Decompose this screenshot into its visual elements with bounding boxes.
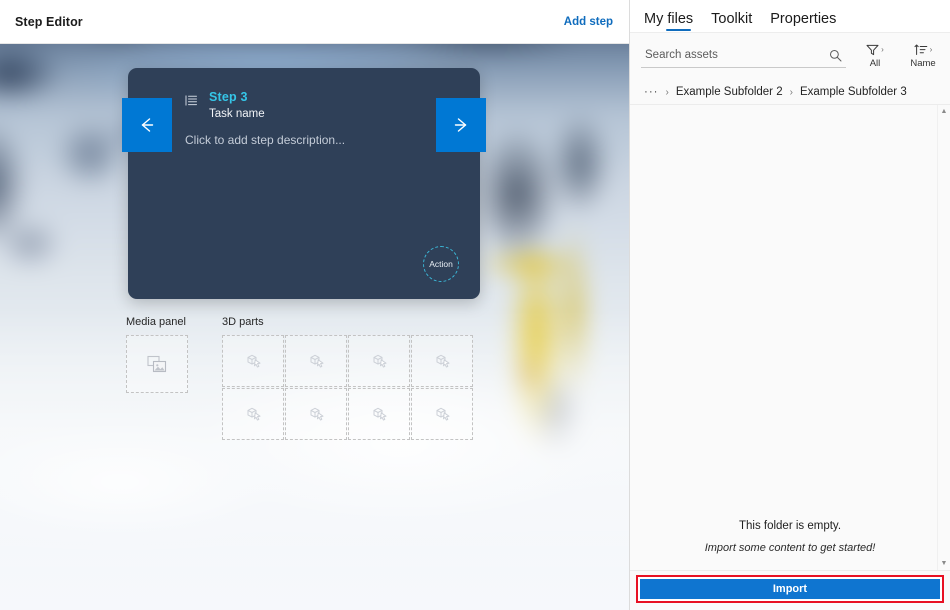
- 3d-parts-row: [222, 335, 473, 387]
- image-placeholder-icon: [147, 355, 167, 373]
- step-number: Step 3: [209, 90, 265, 105]
- 3d-cube-pointer-icon: [244, 406, 262, 422]
- breadcrumb-separator-icon: ›: [666, 87, 669, 98]
- 3d-part-drop-slot[interactable]: [222, 388, 284, 440]
- asset-list-scrollbar[interactable]: ▲ ▼: [937, 105, 950, 570]
- step-header: Step 3 Task name: [185, 90, 265, 120]
- chevron-right-icon: ›: [881, 46, 884, 54]
- sort-name-label: Name: [910, 58, 935, 69]
- sort-name-button[interactable]: › Name: [904, 42, 942, 69]
- 3d-part-drop-slot[interactable]: [222, 335, 284, 387]
- search-box[interactable]: [641, 44, 846, 68]
- filter-all-label: All: [870, 58, 881, 69]
- import-section: Import: [630, 571, 950, 610]
- add-step-button[interactable]: Add step: [556, 12, 615, 32]
- 3d-cube-pointer-icon: [370, 406, 388, 422]
- asset-panel: My files Toolkit Properties › All: [630, 0, 950, 610]
- arrow-right-icon: [449, 115, 473, 135]
- empty-state-subtitle: Import some content to get started!: [705, 542, 876, 554]
- 3d-parts-row: [222, 388, 473, 440]
- 3d-parts-grid: [222, 335, 473, 440]
- previous-step-button[interactable]: [122, 98, 172, 152]
- 3d-cube-pointer-icon: [433, 353, 451, 369]
- 3d-part-drop-slot[interactable]: [348, 388, 410, 440]
- add-step-label: Add step: [564, 16, 613, 28]
- breadcrumb-item-subfolder-2[interactable]: Example Subfolder 2: [676, 86, 783, 98]
- step-description-field[interactable]: Click to add step description...: [185, 133, 345, 147]
- tab-toolkit[interactable]: Toolkit: [711, 11, 752, 31]
- 3d-cube-pointer-icon: [244, 353, 262, 369]
- 3d-cube-pointer-icon: [307, 353, 325, 369]
- import-button[interactable]: Import: [640, 579, 940, 599]
- 3d-part-drop-slot[interactable]: [411, 388, 473, 440]
- media-panel-group: Media panel: [126, 316, 188, 393]
- filter-funnel-icon: [866, 44, 879, 56]
- step-card[interactable]: Step 3 Task name Click to add step descr…: [128, 68, 480, 299]
- search-icon[interactable]: [829, 49, 842, 62]
- step-editor-app: Step Editor Add step: [0, 0, 950, 610]
- media-panel-drop-slot[interactable]: [126, 335, 188, 393]
- 3d-parts-group: 3D parts: [222, 316, 473, 440]
- import-highlight-box: Import: [636, 575, 944, 603]
- action-button[interactable]: Action: [423, 246, 459, 282]
- sort-ascending-icon: [914, 44, 928, 56]
- scroll-up-icon[interactable]: ▲: [941, 108, 948, 115]
- breadcrumb: ··· › Example Subfolder 2 › Example Subf…: [630, 78, 950, 104]
- empty-state-title: This folder is empty.: [739, 520, 841, 532]
- 3d-part-drop-slot[interactable]: [285, 388, 347, 440]
- filter-all-button[interactable]: › All: [856, 42, 894, 69]
- media-panel-label: Media panel: [126, 316, 188, 328]
- 3d-part-drop-slot[interactable]: [411, 335, 473, 387]
- asset-list-empty-area: This folder is empty. Import some conten…: [630, 104, 950, 571]
- editor-toolbar: Step Editor Add step: [0, 0, 629, 44]
- breadcrumb-separator-icon: ›: [790, 87, 793, 98]
- 3d-parts-label: 3D parts: [222, 316, 473, 328]
- search-input[interactable]: [645, 49, 829, 61]
- scroll-down-icon[interactable]: ▼: [941, 560, 948, 567]
- breadcrumb-overflow-button[interactable]: ···: [644, 86, 659, 98]
- 3d-cube-pointer-icon: [370, 353, 388, 369]
- list-icon: [185, 94, 198, 107]
- page-title: Step Editor: [15, 15, 83, 29]
- 3d-cube-pointer-icon: [433, 406, 451, 422]
- arrow-left-icon: [135, 115, 159, 135]
- 3d-part-drop-slot[interactable]: [348, 335, 410, 387]
- chevron-right-icon: ›: [930, 46, 933, 54]
- breadcrumb-item-subfolder-3[interactable]: Example Subfolder 3: [800, 86, 907, 98]
- step-editor-pane: Step Editor Add step: [0, 0, 630, 610]
- 3d-part-drop-slot[interactable]: [285, 335, 347, 387]
- step-task-name: Task name: [209, 108, 265, 120]
- next-step-button[interactable]: [436, 98, 486, 152]
- panel-tab-bar: My files Toolkit Properties: [630, 0, 950, 32]
- editor-canvas: Step 3 Task name Click to add step descr…: [0, 44, 629, 610]
- tab-properties[interactable]: Properties: [770, 11, 836, 31]
- search-and-filter-row: › All › Name: [630, 32, 950, 78]
- 3d-cube-pointer-icon: [307, 406, 325, 422]
- tab-my-files[interactable]: My files: [644, 11, 693, 31]
- assets-row: Media panel 3D parts: [126, 316, 473, 440]
